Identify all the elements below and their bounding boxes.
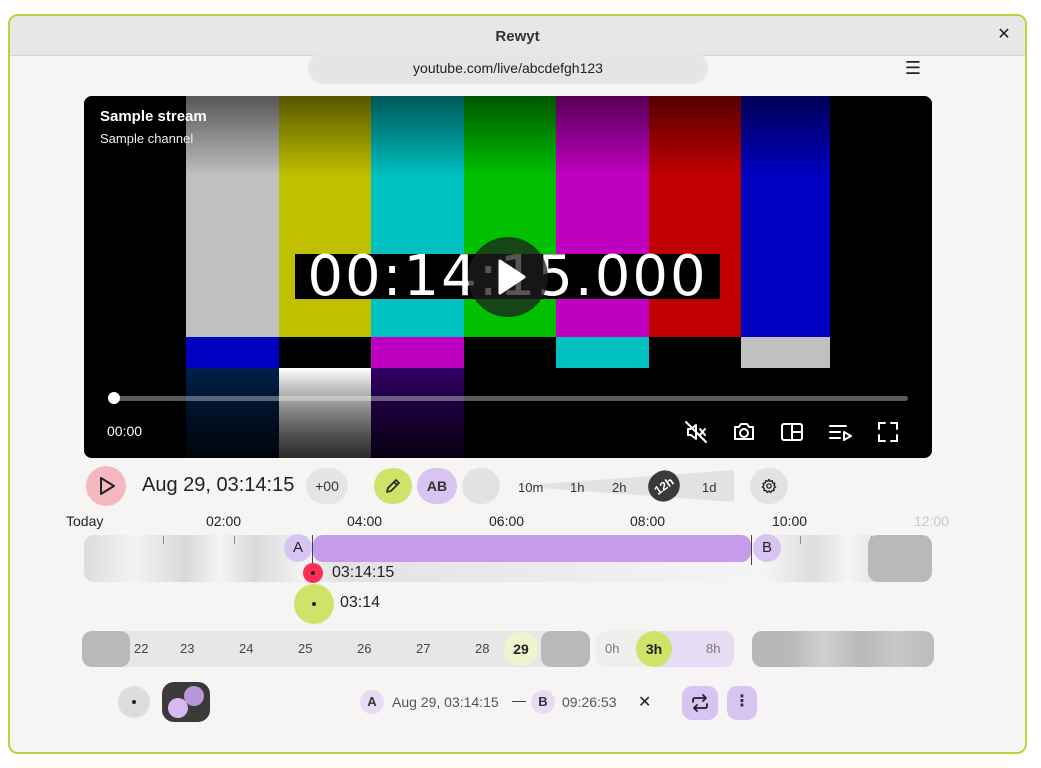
pip-button[interactable] (778, 418, 806, 446)
ab-loop-button[interactable]: AB (417, 468, 457, 504)
zoom-1h[interactable]: 1h (570, 480, 584, 495)
ab-range-selection[interactable] (313, 535, 751, 562)
day-27[interactable]: 27 (416, 641, 430, 656)
day-24[interactable]: 24 (239, 641, 253, 656)
ab-a-chip: A (360, 690, 384, 714)
color-bar (741, 337, 830, 368)
cursor-handle[interactable] (294, 584, 334, 624)
day-26[interactable]: 26 (357, 641, 371, 656)
ab-b-chip: B (531, 690, 555, 714)
timeline-label-0800: 08:00 (630, 513, 666, 529)
timeline-label-today: Today (66, 513, 104, 529)
playlist-icon (829, 425, 852, 441)
hour-active-3h[interactable]: 3h (636, 631, 672, 667)
day-25[interactable]: 25 (298, 641, 312, 656)
repeat-icon (692, 694, 708, 712)
timezone-button[interactable]: +00 (306, 468, 348, 504)
theme-toggle-button[interactable] (162, 682, 210, 722)
hamburger-menu-icon[interactable]: ☰ (902, 58, 924, 80)
zoom-1d[interactable]: 1d (702, 480, 716, 495)
more-options-button[interactable]: ⋮ (727, 686, 757, 720)
day-active-29[interactable]: 29 (504, 632, 538, 666)
marker-b-line (751, 535, 752, 565)
day-23[interactable]: 23 (180, 641, 194, 656)
timeline-label-1200: 12:00 (914, 513, 950, 529)
window-title: Rewyt (495, 28, 540, 45)
day-28[interactable]: 28 (475, 641, 489, 656)
mute-icon (685, 421, 707, 443)
marker-a-line (312, 535, 313, 565)
color-bar (84, 337, 186, 368)
marker-a[interactable]: A (284, 534, 312, 562)
big-play-button[interactable] (468, 237, 548, 317)
seek-bar[interactable] (114, 396, 908, 401)
mute-button[interactable] (682, 418, 710, 446)
ab-b-time: 09:26:53 (562, 694, 617, 710)
playhead-time: 03:14:15 (332, 564, 395, 581)
pencil-icon (386, 479, 400, 493)
fullscreen-icon (878, 422, 898, 442)
hour-0h[interactable]: 0h (605, 641, 619, 656)
color-bar (279, 337, 371, 368)
theme-circle-icon (184, 686, 204, 706)
camera-icon (734, 423, 754, 440)
playhead-record-dot[interactable] (303, 563, 323, 583)
ab-clear-button[interactable]: ✕ (638, 692, 656, 711)
timeline-tick (800, 536, 801, 544)
screenshot-button[interactable] (730, 418, 758, 446)
playlist-button[interactable] (826, 418, 854, 446)
ab-dash: — (512, 692, 526, 708)
gear-icon (761, 478, 777, 494)
color-bar (464, 337, 556, 368)
timeline-tick (163, 536, 164, 544)
timeline-future-cap (868, 535, 932, 582)
url-field[interactable]: youtube.com/live/abcdefgh123 (308, 52, 708, 84)
close-window-button[interactable]: ✕ (995, 26, 1013, 44)
video-player[interactable]: Sample stream Sample channel 00:14:15.00… (84, 96, 932, 458)
zoom-10m[interactable]: 10m (518, 480, 543, 495)
seek-thumb[interactable] (108, 392, 120, 404)
pip-icon (781, 423, 803, 441)
zoom-2h[interactable]: 2h (612, 480, 626, 495)
play-icon (100, 477, 115, 495)
day-22[interactable]: 22 (134, 641, 148, 656)
timeline-tick (234, 536, 235, 544)
empty-toggle-button[interactable] (462, 468, 500, 504)
top-shade (84, 96, 932, 176)
settings-button[interactable] (750, 468, 788, 504)
hour-8h[interactable]: 8h (706, 641, 720, 656)
color-bar (830, 337, 932, 368)
timeline-label-1000: 10:00 (772, 513, 808, 529)
channel-name: Sample channel (100, 131, 194, 146)
title-bar: Rewyt ✕ (10, 16, 1025, 56)
timeline-label-0600: 06:00 (489, 513, 525, 529)
color-bar (649, 337, 741, 368)
ab-a-time: Aug 29, 03:14:15 (392, 694, 499, 710)
current-datetime: Aug 29, 03:14:15 (142, 474, 295, 496)
day-strip-left-cap (82, 631, 130, 667)
marker-b[interactable]: B (753, 534, 781, 562)
overview-strip[interactable] (752, 631, 934, 667)
timeline-label-0200: 02:00 (206, 513, 242, 529)
play-button[interactable] (86, 466, 126, 506)
play-icon (498, 259, 526, 295)
color-bar (371, 337, 464, 368)
timeline-label-0400: 04:00 (347, 513, 383, 529)
video-current-time: 00:00 (107, 423, 143, 439)
color-bar (186, 337, 279, 368)
stream-title: Sample stream (100, 108, 207, 125)
dot-button[interactable] (118, 686, 150, 718)
cursor-time: 03:14 (340, 594, 381, 611)
loop-button[interactable] (682, 686, 718, 720)
color-bar (556, 337, 649, 368)
edit-button[interactable] (374, 468, 412, 504)
fullscreen-button[interactable] (874, 418, 902, 446)
day-strip-right-cap (541, 631, 590, 667)
